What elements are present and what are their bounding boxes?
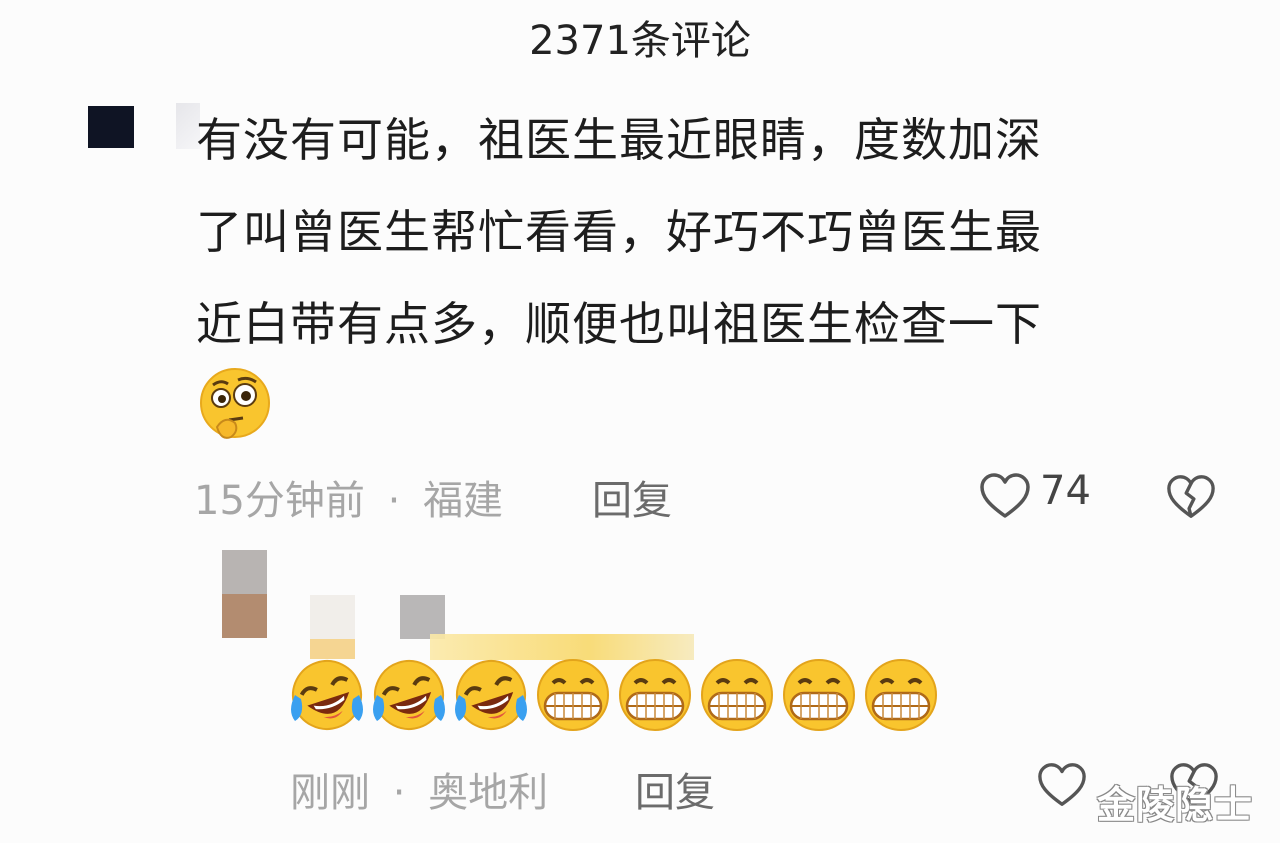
reply-meta: 刚刚 · 奥地利 (290, 760, 548, 818)
grin-emoji (619, 659, 691, 731)
comment-location: 福建 (423, 478, 504, 524)
reply-button[interactable]: 回复 (635, 760, 715, 818)
comment-line: 近白带有点多，顺便也叫祖医生检查一下 (196, 297, 1042, 351)
avatar[interactable] (88, 106, 134, 148)
grin-emoji (537, 659, 609, 731)
comment-line: 了叫曾医生帮忙看看，好巧不巧曾医生最 (196, 205, 1042, 259)
heart-icon[interactable] (978, 470, 1032, 522)
meta-separator: · (392, 770, 406, 816)
reply-button[interactable]: 回复 (592, 468, 672, 526)
laugh-cry-emoji (373, 660, 445, 730)
heart-icon[interactable] (1036, 760, 1088, 810)
comment-meta: 15分钟前 · 福建 (194, 468, 503, 526)
blurred-reply-avatar (222, 550, 267, 594)
grin-emoji (701, 659, 773, 731)
laugh-cry-emoji (291, 660, 363, 730)
broken-heart-icon[interactable] (1165, 472, 1217, 522)
grin-emoji (865, 659, 937, 731)
reply-location: 奥地利 (428, 770, 549, 816)
meta-separator: · (387, 478, 401, 524)
watermark: 金陵隐士 (1097, 783, 1254, 827)
blurred-reply-username (400, 595, 445, 639)
blurred-reply-avatar (222, 594, 267, 638)
like-count: 74 (1040, 468, 1091, 514)
thinking-face-emoji (200, 368, 270, 439)
blurred-reply-username (310, 595, 355, 639)
comment-body: 有没有可能，祖医生最近眼睛，度数加深 了叫曾医生帮忙看看，好巧不巧曾医生最 近白… (196, 94, 1226, 370)
comment-count-title: 2371条评论 (529, 18, 751, 64)
reply-emoji-row (287, 655, 943, 735)
grin-emoji (783, 659, 855, 731)
laugh-cry-emoji (455, 660, 527, 730)
reply-time: 刚刚 (290, 770, 370, 816)
comment-time: 15分钟前 (194, 478, 365, 524)
comment-line: 有没有可能，祖医生最近眼睛，度数加深 (196, 113, 1042, 167)
